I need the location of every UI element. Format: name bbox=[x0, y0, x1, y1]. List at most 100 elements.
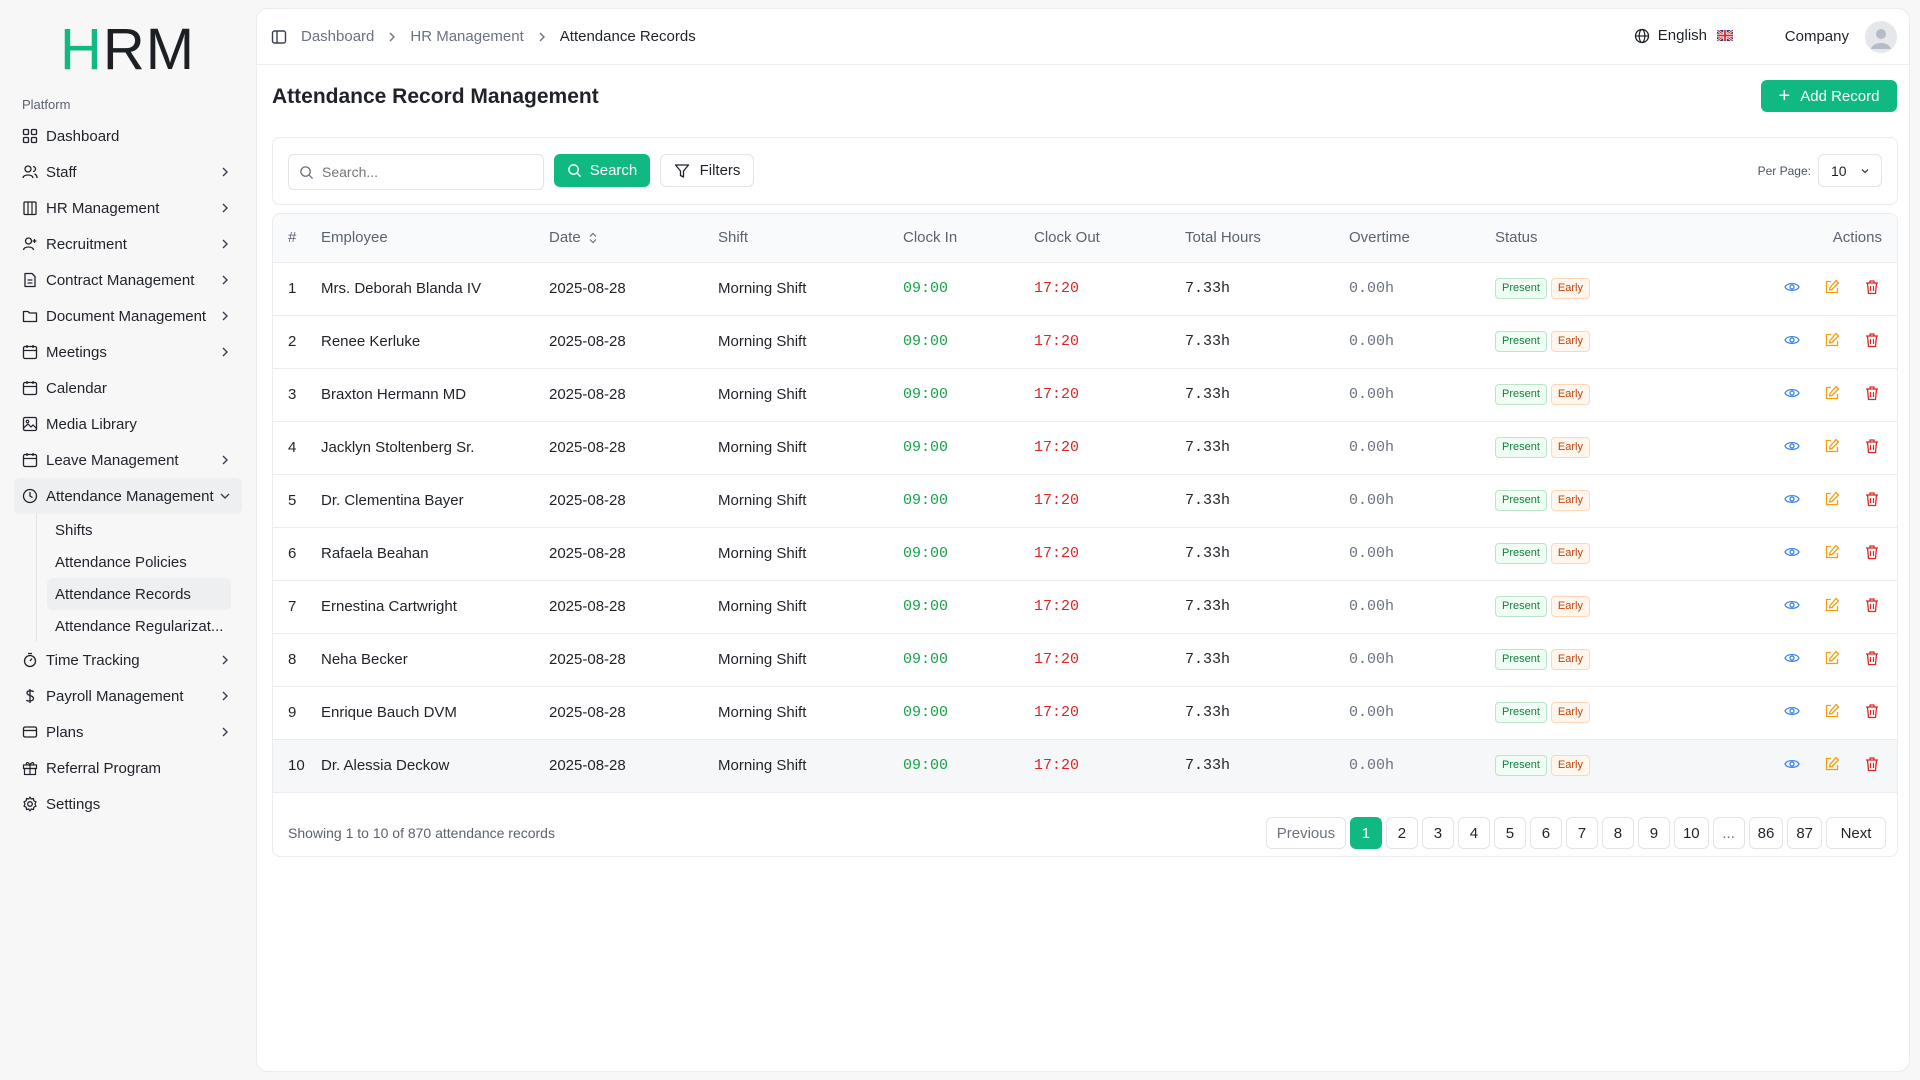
status-cell: Present Early bbox=[1495, 368, 1695, 421]
edit-icon[interactable] bbox=[1824, 703, 1842, 721]
page-button-87[interactable]: 87 bbox=[1787, 817, 1822, 849]
filters-button-label: Filters bbox=[699, 162, 741, 179]
employee-name: Enrique Bauch DVM bbox=[321, 704, 457, 721]
edit-icon[interactable] bbox=[1824, 650, 1842, 668]
view-icon[interactable] bbox=[1784, 385, 1802, 403]
sidebar-item-hr-management[interactable]: HR Management bbox=[14, 190, 242, 226]
submenu-item-attendance-regularizat[interactable]: Attendance Regularizat... bbox=[47, 610, 231, 642]
previous-page-button[interactable]: Previous bbox=[1265, 817, 1346, 849]
breadcrumb-dashboard[interactable]: Dashboard bbox=[301, 28, 374, 45]
sidebar-item-leave-management[interactable]: Leave Management bbox=[14, 442, 242, 478]
sidebar-item-label: Recruitment bbox=[46, 235, 127, 253]
sidebar-item-settings[interactable]: Settings bbox=[14, 786, 242, 822]
chevron-right-icon bbox=[386, 31, 398, 43]
sidebar-item-staff[interactable]: Staff bbox=[14, 154, 242, 190]
submenu-item-attendance-records[interactable]: Attendance Records bbox=[47, 578, 231, 610]
row-number: 2 bbox=[288, 333, 297, 350]
edit-icon[interactable] bbox=[1824, 385, 1842, 403]
edit-icon[interactable] bbox=[1824, 438, 1842, 456]
delete-icon[interactable] bbox=[1864, 491, 1882, 509]
delete-icon[interactable] bbox=[1864, 756, 1882, 774]
sidebar-item-label: Calendar bbox=[46, 379, 107, 397]
search-button[interactable]: Search bbox=[554, 154, 650, 187]
page-button-2[interactable]: 2 bbox=[1385, 817, 1418, 849]
view-icon[interactable] bbox=[1784, 597, 1802, 615]
view-icon[interactable] bbox=[1784, 438, 1802, 456]
page-button-10[interactable]: 10 bbox=[1673, 817, 1709, 849]
edit-icon[interactable] bbox=[1824, 756, 1842, 774]
delete-icon[interactable] bbox=[1864, 544, 1882, 562]
page-button-6[interactable]: 6 bbox=[1529, 817, 1562, 849]
logo-h: H bbox=[60, 17, 103, 82]
sidebar-item-referral-program[interactable]: Referral Program bbox=[14, 750, 242, 786]
page-button-9[interactable]: 9 bbox=[1637, 817, 1670, 849]
delete-icon[interactable] bbox=[1864, 332, 1882, 350]
image-icon bbox=[22, 416, 38, 432]
edit-icon[interactable] bbox=[1824, 491, 1842, 509]
sidebar-item-recruitment[interactable]: Recruitment bbox=[14, 226, 242, 262]
view-icon[interactable] bbox=[1784, 650, 1802, 668]
page-button-86[interactable]: 86 bbox=[1748, 817, 1784, 849]
delete-icon[interactable] bbox=[1864, 597, 1882, 615]
page-button-5[interactable]: 5 bbox=[1493, 817, 1526, 849]
search-button-label: Search bbox=[589, 162, 638, 179]
page-button-7[interactable]: 7 bbox=[1565, 817, 1598, 849]
overtime: 0.00h bbox=[1349, 704, 1395, 721]
actions-cell bbox=[1695, 315, 1897, 368]
clock-in: 09:00 bbox=[903, 598, 949, 615]
breadcrumb-hr-management[interactable]: HR Management bbox=[410, 28, 523, 45]
submenu-item-attendance-policies[interactable]: Attendance Policies bbox=[47, 546, 231, 578]
add-record-button[interactable]: + Add Record bbox=[1761, 80, 1897, 112]
edit-icon[interactable] bbox=[1824, 544, 1842, 562]
delete-icon[interactable] bbox=[1864, 703, 1882, 721]
sidebar-item-label: Attendance Management bbox=[46, 487, 214, 505]
submenu-item-shifts[interactable]: Shifts bbox=[47, 514, 231, 546]
sidebar-item-contract-management[interactable]: Contract Management bbox=[14, 262, 242, 298]
next-page-button[interactable]: Next bbox=[1826, 817, 1886, 849]
col-clock-in: Clock In bbox=[903, 214, 1034, 263]
sidebar-item-media-library[interactable]: Media Library bbox=[14, 406, 242, 442]
sidebar-item-time-tracking[interactable]: Time Tracking bbox=[14, 642, 242, 678]
edit-icon[interactable] bbox=[1824, 332, 1842, 350]
page-button-3[interactable]: 3 bbox=[1421, 817, 1454, 849]
sidebar-item-attendance-management[interactable]: Attendance Management bbox=[14, 478, 242, 514]
table-row: 10 Dr. Alessia Deckow 2025-08-28 Morning Sh… bbox=[273, 739, 1897, 792]
view-icon[interactable] bbox=[1784, 756, 1802, 774]
edit-icon[interactable] bbox=[1824, 279, 1842, 297]
sidebar-item-payroll-management[interactable]: Payroll Management bbox=[14, 678, 242, 714]
sidebar-item-plans[interactable]: Plans bbox=[14, 714, 242, 750]
page-button-4[interactable]: 4 bbox=[1457, 817, 1490, 849]
logo[interactable]: HRM bbox=[60, 21, 195, 79]
view-icon[interactable] bbox=[1784, 703, 1802, 721]
view-icon[interactable] bbox=[1784, 279, 1802, 297]
clock-in: 09:00 bbox=[903, 439, 949, 456]
delete-icon[interactable] bbox=[1864, 438, 1882, 456]
company-menu[interactable]: Company bbox=[1785, 28, 1849, 45]
avatar[interactable] bbox=[1865, 21, 1897, 53]
chevron-right-icon bbox=[218, 453, 232, 467]
early-badge: Early bbox=[1550, 331, 1590, 352]
page-button-1[interactable]: 1 bbox=[1349, 817, 1382, 849]
employee-name: Dr. Alessia Deckow bbox=[321, 757, 450, 774]
sidebar-item-dashboard[interactable]: Dashboard bbox=[14, 118, 242, 154]
delete-icon[interactable] bbox=[1864, 650, 1882, 668]
col-date[interactable]: Date bbox=[549, 214, 718, 263]
filters-button[interactable]: Filters bbox=[660, 154, 754, 187]
delete-icon[interactable] bbox=[1864, 385, 1882, 403]
view-icon[interactable] bbox=[1784, 544, 1802, 562]
filter-icon bbox=[674, 163, 689, 178]
total-hours: 7.33h bbox=[1185, 757, 1231, 774]
per-page-select[interactable]: 10 bbox=[1818, 154, 1882, 187]
view-icon[interactable] bbox=[1784, 332, 1802, 350]
search-input[interactable] bbox=[322, 164, 522, 180]
sidebar-toggle-icon[interactable] bbox=[271, 29, 287, 45]
sidebar-item-meetings[interactable]: Meetings bbox=[14, 334, 242, 370]
sidebar-item-document-management[interactable]: Document Management bbox=[14, 298, 242, 334]
language-switcher[interactable]: English bbox=[1634, 27, 1733, 44]
edit-icon[interactable] bbox=[1824, 597, 1842, 615]
clock-in: 09:00 bbox=[903, 757, 949, 774]
view-icon[interactable] bbox=[1784, 491, 1802, 509]
delete-icon[interactable] bbox=[1864, 279, 1882, 297]
sidebar-item-calendar[interactable]: Calendar bbox=[14, 370, 242, 406]
page-button-8[interactable]: 8 bbox=[1601, 817, 1634, 849]
